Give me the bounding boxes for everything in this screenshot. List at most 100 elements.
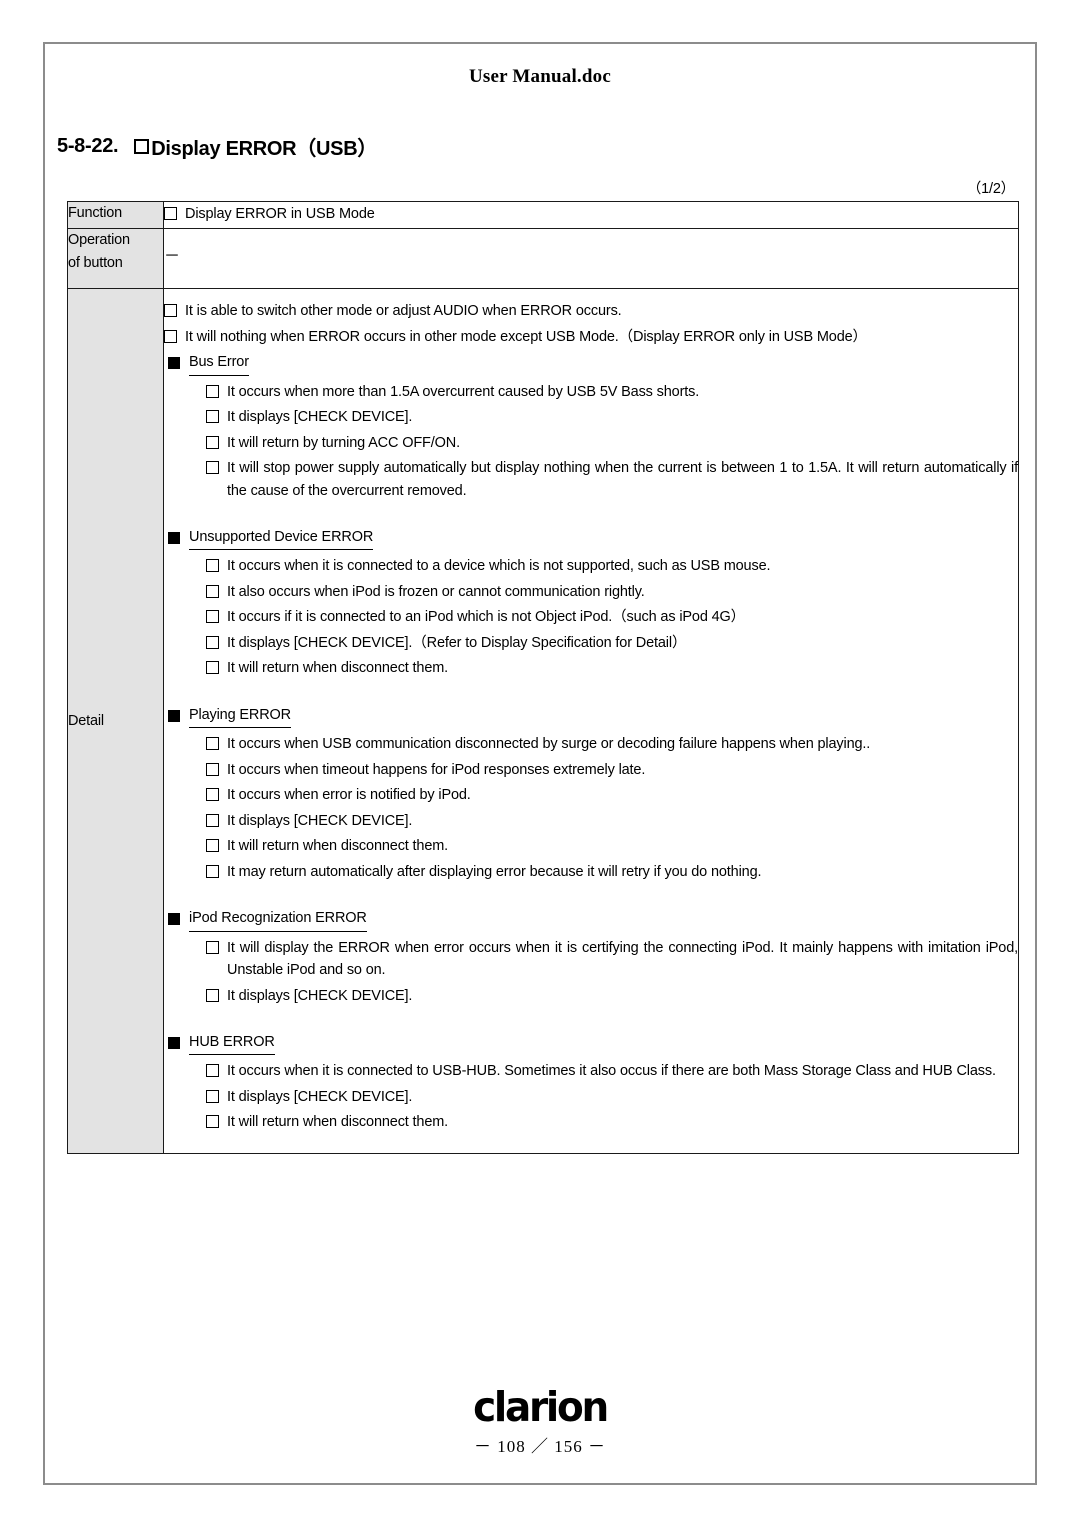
checklist-item: It displays [CHECK DEVICE]. <box>206 810 1018 832</box>
detail-group-heading-text: Unsupported Device ERROR <box>189 526 373 551</box>
checklist-item: It will return by turning ACC OFF/ON. <box>206 432 1018 454</box>
checklist-item-text: It occurs when timeout happens for iPod … <box>227 761 646 778</box>
checklist-item-text: It displays [CHECK DEVICE]. <box>227 1088 413 1105</box>
checklist-item: It occurs when USB communication disconn… <box>206 733 1018 755</box>
checklist-item-text: It occurs when error is notified by iPod… <box>227 787 471 804</box>
page-indicator: （1/2） <box>966 181 1015 197</box>
checkbox-icon <box>206 584 219 598</box>
detail-group-items: It occurs when it is connected to a devi… <box>206 555 1018 679</box>
checklist-item-text: It also occurs when iPod is frozen or ca… <box>227 583 645 600</box>
row-label-operation: Operation of button <box>67 228 164 290</box>
checkbox-icon <box>206 839 219 853</box>
filled-square-bullet-icon <box>168 913 180 926</box>
table-row-operation: Operation of button － <box>67 228 1019 290</box>
row-label-operation-line1: Operation <box>68 232 130 249</box>
checkbox-icon <box>206 610 219 624</box>
detail-group: Playing ERROR It occurs when USB communic… <box>164 704 1018 883</box>
checkbox-icon <box>206 788 219 802</box>
detail-group: iPod Recognization ERROR It will display … <box>164 907 1018 1007</box>
checklist-item: It is able to switch other mode or adjus… <box>164 300 1018 322</box>
checkbox-icon <box>206 661 219 675</box>
checklist-item: It will return when disconnect them. <box>206 1111 1018 1133</box>
detail-group-heading: Bus Error <box>168 351 1018 376</box>
detail-group-heading: Playing ERROR <box>168 704 1018 729</box>
detail-group: HUB ERROR It occurs when it is connected … <box>164 1031 1018 1134</box>
filled-square-bullet-icon <box>168 1037 180 1050</box>
detail-group-items: It will display the ERROR when error occ… <box>206 937 1018 1007</box>
checklist-item: It will return when disconnect them. <box>206 835 1018 857</box>
checklist-item-text: It will stop power supply automatically … <box>227 460 1018 499</box>
checklist-item: It occurs when error is notified by iPod… <box>206 784 1018 806</box>
checkbox-icon <box>206 410 219 424</box>
section-number: 5-8-22. <box>57 135 119 157</box>
checklist-item: It occurs when timeout happens for iPod … <box>206 759 1018 781</box>
detail-group-items: It occurs when more than 1.5A overcurren… <box>206 381 1018 502</box>
checkbox-icon <box>206 940 219 954</box>
checklist-item-text: Display ERROR in USB Mode <box>185 206 375 222</box>
filled-square-bullet-icon <box>168 357 180 370</box>
checklist-item-text: It may return automatically after displa… <box>227 863 762 880</box>
row-label-detail: Detail <box>67 288 164 1154</box>
checklist-item: It displays [CHECK DEVICE].（Refer to Dis… <box>206 632 1018 654</box>
filled-square-bullet-icon <box>168 532 180 545</box>
checklist-item: It will display the ERROR when error occ… <box>206 937 1018 982</box>
checkbox-icon <box>206 1115 219 1129</box>
checklist-item: It will nothing when ERROR occurs in oth… <box>164 326 1018 348</box>
checklist-item-text: It is able to switch other mode or adjus… <box>185 303 622 320</box>
checklist-item: It may return automatically after displa… <box>206 861 1018 883</box>
checklist-item: It also occurs when iPod is frozen or ca… <box>206 581 1018 603</box>
checklist-item: It occurs if it is connected to an iPod … <box>206 606 1018 628</box>
row-body-detail: It is able to switch other mode or adjus… <box>163 288 1019 1154</box>
checklist-item-text: It will return by turning ACC OFF/ON. <box>227 434 460 451</box>
row-label-operation-line2: of button <box>68 254 123 271</box>
detail-group-items: It occurs when it is connected to USB-HU… <box>206 1060 1018 1133</box>
checklist-item: It will stop power supply automatically … <box>206 457 1018 502</box>
checklist-item-text: It occurs when more than 1.5A overcurren… <box>227 383 700 400</box>
filled-square-bullet-icon <box>168 710 180 723</box>
section-heading: 5-8-22. Display ERROR（USB） <box>57 132 1035 161</box>
checkbox-icon <box>206 988 219 1002</box>
table-row-detail: Detail It is able to switch other mode o… <box>67 288 1019 1154</box>
checklist-item-text: It occurs when it is connected to a devi… <box>227 558 771 575</box>
checkbox-icon <box>164 207 177 220</box>
checklist-item: It occurs when it is connected to USB-HU… <box>206 1060 1018 1082</box>
detail-group-heading-text: iPod Recognization ERROR <box>189 907 367 932</box>
checklist-item: It displays [CHECK DEVICE]. <box>206 985 1018 1007</box>
checklist-item-text: It displays [CHECK DEVICE].（Refer to Dis… <box>227 634 687 651</box>
checkbox-icon <box>206 1089 219 1103</box>
checkbox-icon <box>206 635 219 649</box>
checkbox-icon <box>206 762 219 776</box>
detail-intro-list: It is able to switch other mode or adjus… <box>164 300 1018 348</box>
detail-group-heading-text: Playing ERROR <box>189 704 291 729</box>
checkbox-icon <box>206 737 219 751</box>
checkbox-icon <box>206 559 219 573</box>
specification-table: Function Display ERROR in USB Mode Opera… <box>67 200 1019 1154</box>
checkbox-icon <box>134 139 150 154</box>
checklist-item: It displays [CHECK DEVICE]. <box>206 406 1018 428</box>
checklist-item-text: It displays [CHECK DEVICE]. <box>227 812 413 829</box>
detail-group-heading-text: HUB ERROR <box>189 1031 275 1056</box>
checkbox-icon <box>206 864 219 878</box>
row-body-operation: － <box>163 228 1019 290</box>
document-page: User Manual.doc 5-8-22. Display ERROR（US… <box>43 42 1037 1485</box>
checklist-item-text: It displays [CHECK DEVICE]. <box>227 409 413 426</box>
checkbox-icon <box>206 461 219 475</box>
table-row-function: Function Display ERROR in USB Mode <box>67 200 1019 230</box>
checkbox-icon <box>164 329 177 343</box>
checklist-item-text: It will nothing when ERROR occurs in oth… <box>185 328 867 345</box>
checklist-item-text: It displays [CHECK DEVICE]. <box>227 987 413 1004</box>
page-footer: clarion － 108 ／ 156 － <box>45 1387 1035 1457</box>
checklist-item: It occurs when it is connected to a devi… <box>206 555 1018 577</box>
checkbox-icon <box>206 384 219 398</box>
checklist-item-text: It occurs if it is connected to an iPod … <box>227 609 746 626</box>
checklist-item: It occurs when more than 1.5A overcurren… <box>206 381 1018 403</box>
checklist-item-text: It will return when disconnect them. <box>227 660 449 677</box>
section-title-text: Display ERROR（USB） <box>151 138 378 160</box>
checklist-item-text: It occurs when it is connected to USB-HU… <box>227 1063 996 1080</box>
checklist-item-text: It will return when disconnect them. <box>227 1114 449 1131</box>
detail-group-heading-text: Bus Error <box>189 351 249 376</box>
checklist-item-text: It occurs when USB communication disconn… <box>227 736 871 753</box>
checkbox-icon <box>164 304 177 318</box>
detail-group-list: Bus Error It occurs when more than 1.5A o… <box>164 351 1018 1134</box>
detail-group: Unsupported Device ERROR It occurs when i… <box>164 526 1018 680</box>
